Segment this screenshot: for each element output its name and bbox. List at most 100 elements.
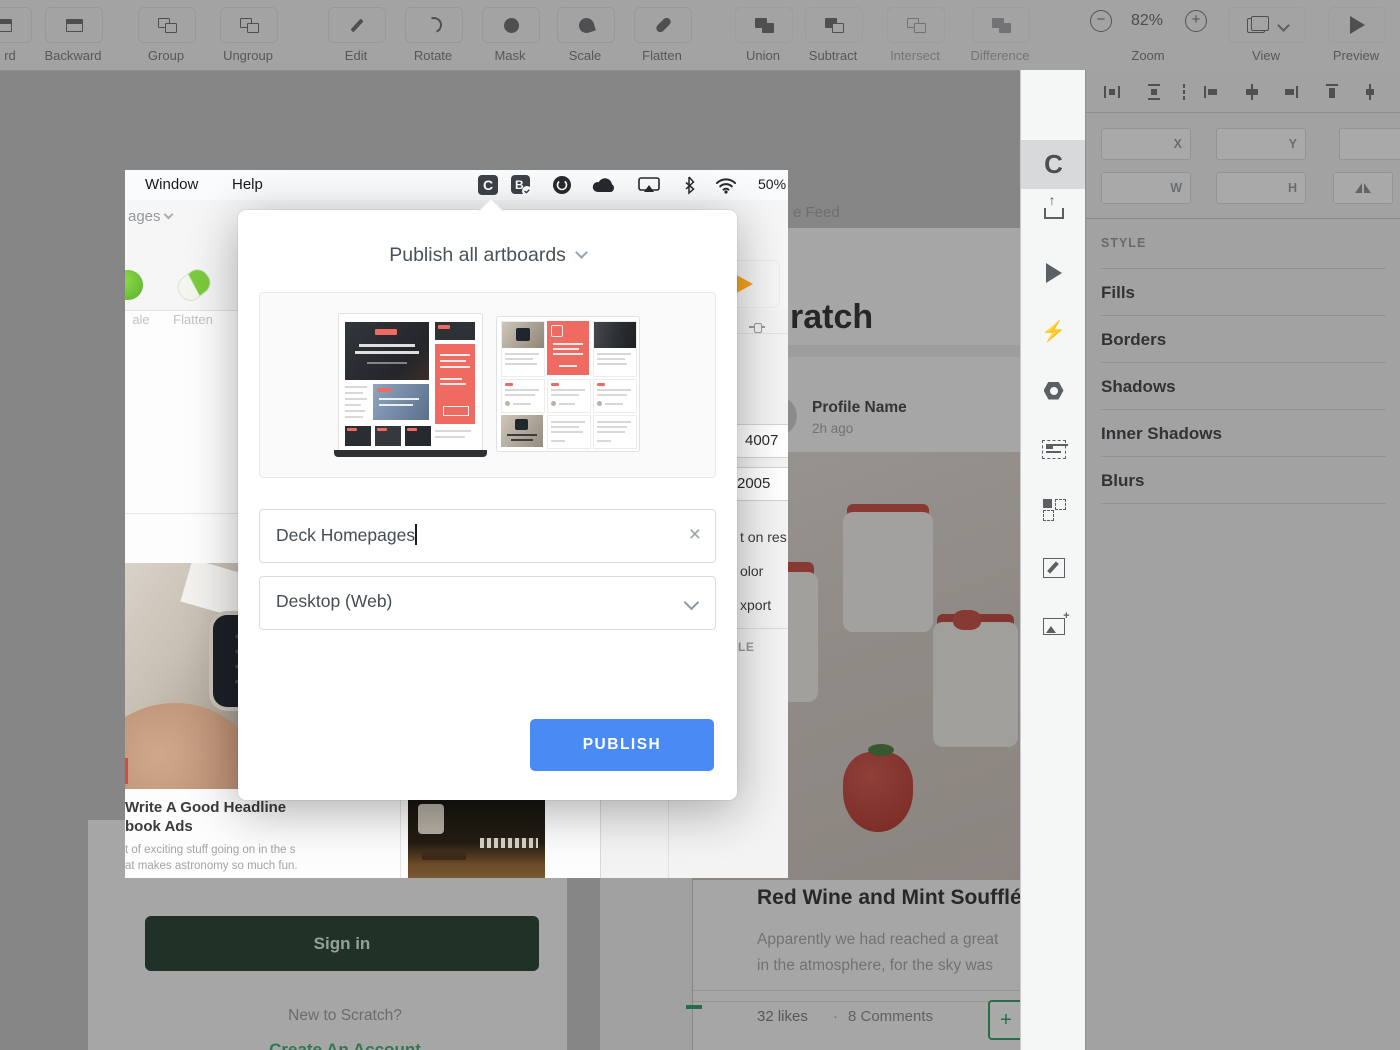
battery-percent: 50% <box>758 176 786 192</box>
craft-data-button[interactable] <box>1021 425 1086 474</box>
edit-button[interactable] <box>328 7 386 43</box>
rotate-button[interactable] <box>405 7 463 43</box>
color-row[interactable]: olor <box>740 563 763 579</box>
inspector-x-field[interactable]: 4007 <box>734 424 788 458</box>
union-button[interactable] <box>735 7 793 43</box>
craft-prototype-button[interactable] <box>1021 248 1086 297</box>
publish-button[interactable]: PUBLISH <box>530 719 714 771</box>
borders-row[interactable]: Borders <box>1101 330 1166 350</box>
menu-help[interactable]: Help <box>232 176 263 193</box>
rotation-field[interactable] <box>1339 128 1400 160</box>
ungroup-icon <box>240 18 259 33</box>
distribute-vertical-icon[interactable] <box>1146 84 1162 100</box>
scale-button[interactable] <box>557 7 615 43</box>
craft-share-button[interactable] <box>1021 189 1086 238</box>
mask-button[interactable] <box>482 7 540 43</box>
height-field[interactable]: H <box>1216 172 1306 204</box>
post-body-line2: in the atmosphere, for the sky was <box>757 957 993 975</box>
forward-button[interactable] <box>0 7 32 43</box>
space-vertical-icon[interactable] <box>1176 84 1192 100</box>
subtract-icon <box>825 18 844 33</box>
target-select-value: Desktop (Web) <box>276 591 392 612</box>
x-label: X <box>1174 137 1182 151</box>
cloud-icon[interactable] <box>592 176 616 193</box>
comments-count: 8 Comments <box>848 1008 933 1025</box>
flatten-green-icon[interactable] <box>173 264 216 305</box>
zoom-out-button[interactable]: − <box>1090 10 1112 32</box>
add-photo-icon <box>1043 618 1065 635</box>
craft-freehand-button[interactable] <box>1021 543 1086 592</box>
craft-menubar-icon[interactable]: C <box>478 175 498 195</box>
inspector-y-field[interactable]: 2005 <box>734 467 788 501</box>
lightning-icon: ⚡ <box>1041 319 1066 344</box>
shadows-row[interactable]: Shadows <box>1101 377 1176 397</box>
inner-shadows-row[interactable]: Inner Shadows <box>1101 424 1222 444</box>
group-button[interactable] <box>138 7 196 43</box>
wifi-icon[interactable] <box>714 176 738 194</box>
forward-icon <box>0 19 12 32</box>
craft-stock-button[interactable] <box>1021 602 1086 651</box>
popup-title-dropdown[interactable]: Publish all artboards <box>238 244 737 267</box>
craft-home-button[interactable]: C <box>1021 140 1086 189</box>
distribute-horizontal-icon[interactable] <box>1104 84 1120 100</box>
scale-label: ale <box>125 312 159 327</box>
export-row[interactable]: xport <box>740 597 771 613</box>
artboard-thumbnail-1[interactable] <box>338 313 483 455</box>
signin-button: Sign in <box>145 916 539 971</box>
desktop: rd Backward Group Ungroup Edit Rotate Ma… <box>0 0 1400 1050</box>
mask-icon <box>504 18 519 33</box>
behance-menubar-icon[interactable]: B <box>511 175 533 197</box>
blurs-row[interactable]: Blurs <box>1101 471 1144 491</box>
flip-button[interactable] <box>1333 172 1393 204</box>
flatten-button[interactable] <box>634 7 692 43</box>
airplay-icon[interactable] <box>638 177 660 193</box>
preview-label: Preview <box>1314 48 1398 63</box>
y-field[interactable]: Y <box>1216 128 1306 160</box>
difference-button[interactable] <box>972 7 1030 43</box>
card-divider <box>125 513 238 514</box>
menu-window[interactable]: Window <box>145 176 198 193</box>
toolbar-item-label: Backward <box>31 48 115 63</box>
bluetooth-icon[interactable] <box>682 175 696 195</box>
toolbar-item-label: Difference <box>958 48 1042 63</box>
ungroup-button[interactable] <box>220 7 278 43</box>
preview-button[interactable] <box>1328 7 1386 43</box>
card-headline: Write A Good Headlinebook Ads <box>125 798 286 836</box>
craft-library-button[interactable] <box>1021 366 1086 415</box>
backward-button[interactable] <box>45 7 103 43</box>
publish-name-input[interactable]: Deck Homepages × <box>259 509 716 563</box>
red-accent-sliver <box>125 758 128 784</box>
page-dropdown[interactable]: ages <box>128 208 172 225</box>
toolbar-item-label: Intersect <box>873 48 957 63</box>
intersect-icon <box>907 18 926 33</box>
width-field[interactable]: W <box>1101 172 1191 204</box>
view-button[interactable] <box>1228 7 1306 43</box>
target-select[interactable]: Desktop (Web) <box>259 576 716 630</box>
resize-row[interactable]: t on res <box>740 529 787 545</box>
flatten-label: Flatten <box>163 312 223 327</box>
subtract-button[interactable] <box>805 7 863 43</box>
scale-green-icon[interactable] <box>125 270 143 300</box>
intersect-button[interactable] <box>887 7 945 43</box>
craft-sync-button[interactable]: ⚡ <box>1021 307 1086 356</box>
chevron-down-icon <box>684 595 700 611</box>
main-toolbar: rd Backward Group Ungroup Edit Rotate Ma… <box>0 0 1400 71</box>
artboard-previews <box>259 292 716 478</box>
align-center-icon[interactable] <box>1244 84 1260 100</box>
artboard-thumbnail-2[interactable] <box>496 316 640 452</box>
align-left-icon[interactable] <box>1204 84 1220 100</box>
clear-input-icon[interactable]: × <box>689 523 701 547</box>
align-middle-icon[interactable] <box>1362 84 1378 100</box>
artboard-sliver <box>600 878 692 1050</box>
x-field[interactable]: X <box>1101 128 1191 160</box>
align-right-icon[interactable] <box>1282 84 1298 100</box>
slider-icon <box>749 326 765 328</box>
chevron-down-icon <box>575 246 588 259</box>
duplicate-icon <box>1043 499 1065 519</box>
align-top-icon[interactable] <box>1324 84 1340 100</box>
zoom-in-button[interactable]: + <box>1185 10 1207 32</box>
w-label: W <box>1170 181 1182 195</box>
fills-row[interactable]: Fills <box>1101 283 1135 303</box>
creative-cloud-icon[interactable] <box>552 175 572 195</box>
craft-duplicate-button[interactable] <box>1021 484 1086 533</box>
